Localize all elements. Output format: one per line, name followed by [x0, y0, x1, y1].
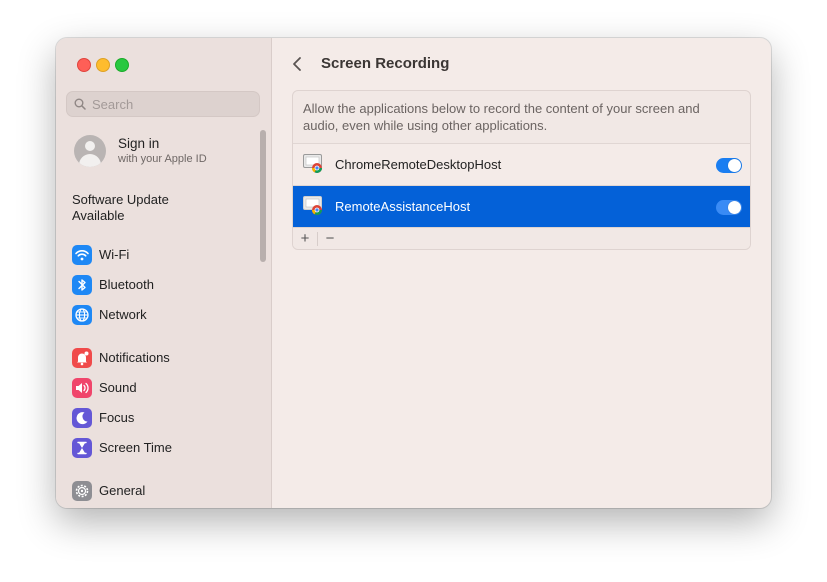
speaker-icon	[72, 378, 92, 398]
hourglass-icon	[72, 438, 92, 458]
software-update-link[interactable]: Software Update Available	[72, 192, 222, 224]
sidebar-item-wifi[interactable]: Wi-Fi	[72, 243, 252, 267]
back-button[interactable]	[290, 54, 306, 74]
signin-title: Sign in	[118, 136, 160, 151]
app-name: ChromeRemoteDesktopHost	[335, 157, 502, 172]
search-box[interactable]	[66, 91, 260, 117]
sidebar-item-notifications[interactable]: Notifications	[72, 346, 252, 370]
sidebar-item-network[interactable]: Network	[72, 303, 252, 327]
add-app-button[interactable]: +	[293, 229, 317, 249]
permission-description: Allow the applications below to record t…	[303, 101, 700, 133]
app-row-remoteassistancehost[interactable]: RemoteAssistanceHost	[293, 185, 750, 228]
signin-subtitle: with your Apple ID	[118, 153, 207, 165]
permission-toggle[interactable]	[716, 200, 742, 215]
sidebar-item-label: Wi-Fi	[99, 247, 130, 262]
main-content: Screen Recording Allow the applications …	[272, 38, 771, 508]
sidebar-item-focus[interactable]: Focus	[72, 406, 252, 430]
bell-icon	[72, 348, 92, 368]
zoom-window-button[interactable]	[115, 58, 129, 72]
close-window-button[interactable]	[77, 58, 91, 72]
permission-toggle[interactable]	[716, 158, 742, 173]
sidebar: Sign in with your Apple ID Software Upda…	[56, 38, 272, 508]
moon-icon	[72, 408, 92, 428]
app-icon	[303, 196, 322, 215]
app-name: RemoteAssistanceHost	[335, 199, 471, 214]
sidebar-item-label: General	[99, 483, 146, 498]
sidebar-item-screen-time[interactable]: Screen Time	[72, 436, 252, 460]
list-controls: + −	[293, 227, 750, 249]
apple-id-signin[interactable]: Sign in with your Apple ID	[72, 134, 252, 168]
wifi-icon	[72, 245, 92, 265]
gear-icon	[72, 481, 92, 501]
settings-window: Sign in with your Apple ID Software Upda…	[56, 38, 771, 508]
sidebar-item-sound[interactable]: Sound	[72, 376, 252, 400]
sidebar-item-label: Screen Time	[99, 440, 172, 455]
minimize-window-button[interactable]	[96, 58, 110, 72]
sidebar-item-label: Notifications	[99, 350, 170, 365]
screen-recording-panel: Allow the applications below to record t…	[292, 90, 751, 250]
sidebar-item-label: Network	[99, 307, 147, 322]
avatar	[74, 135, 106, 167]
app-row-chromeremotedesktophost[interactable]: ChromeRemoteDesktopHost	[293, 143, 750, 186]
sidebar-item-label: Focus	[99, 410, 135, 425]
sidebar-scrollbar[interactable]	[260, 130, 266, 262]
search-input[interactable]	[92, 92, 252, 116]
sidebar-item-general[interactable]: General	[72, 479, 252, 503]
sidebar-item-label: Bluetooth	[99, 277, 154, 292]
sidebar-item-bluetooth[interactable]: Bluetooth	[72, 273, 252, 297]
globe-icon	[72, 305, 92, 325]
remove-app-button[interactable]: −	[318, 229, 342, 249]
bluetooth-icon	[72, 275, 92, 295]
chevron-left-icon	[293, 57, 301, 71]
app-icon	[303, 154, 322, 173]
search-icon	[74, 98, 86, 110]
page-title: Screen Recording	[321, 55, 450, 72]
sidebar-item-label: Sound	[99, 380, 137, 395]
